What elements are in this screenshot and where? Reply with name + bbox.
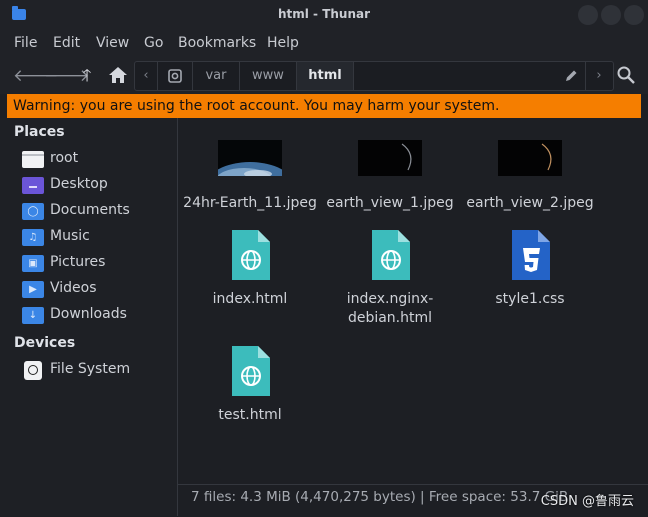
file-item[interactable]: earth_view_1.jpeg	[320, 140, 460, 220]
sidebar-item-label: Documents	[50, 202, 130, 218]
root-warning-banner: Warning: you are using the root account.…	[7, 94, 641, 118]
file-item[interactable]: style1.css	[460, 228, 600, 328]
sidebar-item-label: Videos	[50, 280, 97, 296]
file-item[interactable]: index.html	[180, 228, 320, 328]
toolbar: 🡐 🡒 🡑 ‹ var www html ›	[0, 58, 648, 94]
menu-go[interactable]: Go	[144, 35, 163, 51]
file-item[interactable]: 24hr-Earth_11.jpeg	[180, 140, 320, 220]
menu-edit[interactable]: Edit	[53, 35, 80, 51]
sidebar-item-downloads[interactable]: ↓ Downloads	[22, 304, 172, 328]
file-name: index.html	[212, 291, 288, 307]
status-text: 7 files: 4.3 MiB (4,470,275 bytes) | Fre…	[191, 489, 569, 505]
file-item[interactable]: test.html	[180, 344, 320, 424]
file-name: 24hr-Earth_11.jpeg	[183, 195, 317, 211]
file-name-line-2: debian.html	[347, 310, 433, 326]
music-folder-icon: ♫	[22, 229, 44, 246]
menu-file[interactable]: File	[14, 35, 37, 51]
sidebar-item-label: Pictures	[50, 254, 106, 270]
image-thumbnail-icon	[498, 140, 562, 176]
downloads-folder-icon: ↓	[22, 307, 44, 324]
html-file-icon	[232, 346, 270, 396]
menu-bookmarks[interactable]: Bookmarks	[178, 35, 256, 51]
file-name: style1.css	[495, 291, 565, 307]
path-left-arrow-icon[interactable]: ‹	[135, 62, 158, 90]
image-thumbnail-icon	[218, 140, 282, 176]
sidebar-item-label: File System	[50, 361, 131, 377]
sidebar-item-label: root	[50, 150, 79, 166]
title-bar: html - Thunar	[0, 0, 648, 30]
forward-arrow-icon[interactable]: 🡒	[44, 65, 90, 87]
sidebar-item-label: Music	[50, 228, 90, 244]
devices-heading: Devices	[14, 335, 76, 351]
sidebar-item-documents[interactable]: ◯ Documents	[22, 200, 172, 224]
pictures-folder-icon: ▣	[22, 255, 44, 272]
sidebar-item-file-system[interactable]: File System	[22, 359, 172, 383]
menu-bar: File Edit View Go Bookmarks Help	[0, 30, 648, 58]
file-view: 24hr-Earth_11.jpeg earth_view_1.jpeg ear…	[178, 118, 648, 484]
window-title: html - Thunar	[277, 7, 371, 21]
css-file-icon	[512, 230, 550, 280]
sidebar: Places root Desktop ◯ Documents ♫ Music …	[0, 118, 178, 516]
watermark: CSDN @鲁雨云	[540, 494, 634, 509]
sidebar-item-desktop[interactable]: Desktop	[22, 174, 172, 198]
file-item[interactable]: index.nginx- debian.html	[320, 228, 460, 328]
back-arrow-icon[interactable]: 🡐	[13, 65, 59, 87]
search-icon[interactable]	[615, 65, 637, 87]
sidebar-item-label: Downloads	[50, 306, 127, 322]
drive-icon[interactable]	[158, 62, 193, 90]
up-arrow-icon[interactable]: 🡑	[76, 65, 98, 87]
file-name: earth_view_2.jpeg	[466, 195, 594, 211]
menu-view[interactable]: View	[96, 35, 129, 51]
file-name: test.html	[218, 407, 282, 423]
status-bar: 7 files: 4.3 MiB (4,470,275 bytes) | Fre…	[178, 484, 648, 517]
maximize-button[interactable]	[601, 5, 621, 25]
html-file-icon	[372, 230, 410, 280]
edit-pencil-icon[interactable]	[557, 62, 586, 90]
html-file-icon	[232, 230, 270, 280]
places-heading: Places	[14, 124, 65, 140]
sidebar-item-pictures[interactable]: ▣ Pictures	[22, 252, 172, 276]
path-segment-html[interactable]: html	[297, 62, 354, 90]
home-folder-icon	[22, 151, 44, 168]
desktop-folder-icon	[22, 177, 44, 194]
drive-icon	[24, 361, 42, 380]
sidebar-item-label: Desktop	[50, 176, 108, 192]
home-icon[interactable]	[107, 65, 129, 87]
menu-help[interactable]: Help	[267, 35, 299, 51]
sidebar-item-videos[interactable]: ▶ Videos	[22, 278, 172, 302]
file-name: earth_view_1.jpeg	[326, 195, 454, 211]
path-segment-var[interactable]: var	[193, 62, 240, 90]
path-segment-www[interactable]: www	[240, 62, 297, 90]
close-button[interactable]	[624, 5, 644, 25]
sidebar-item-music[interactable]: ♫ Music	[22, 226, 172, 250]
file-name-line-1: index.nginx-	[346, 291, 434, 307]
file-item[interactable]: earth_view_2.jpeg	[460, 140, 600, 220]
videos-folder-icon: ▶	[22, 281, 44, 298]
image-thumbnail-icon	[358, 140, 422, 176]
documents-folder-icon: ◯	[22, 203, 44, 220]
path-right-arrow-icon[interactable]: ›	[586, 62, 612, 90]
path-bar: ‹ var www html ›	[134, 61, 614, 91]
minimize-button[interactable]	[578, 5, 598, 25]
sidebar-item-root[interactable]: root	[22, 148, 172, 172]
